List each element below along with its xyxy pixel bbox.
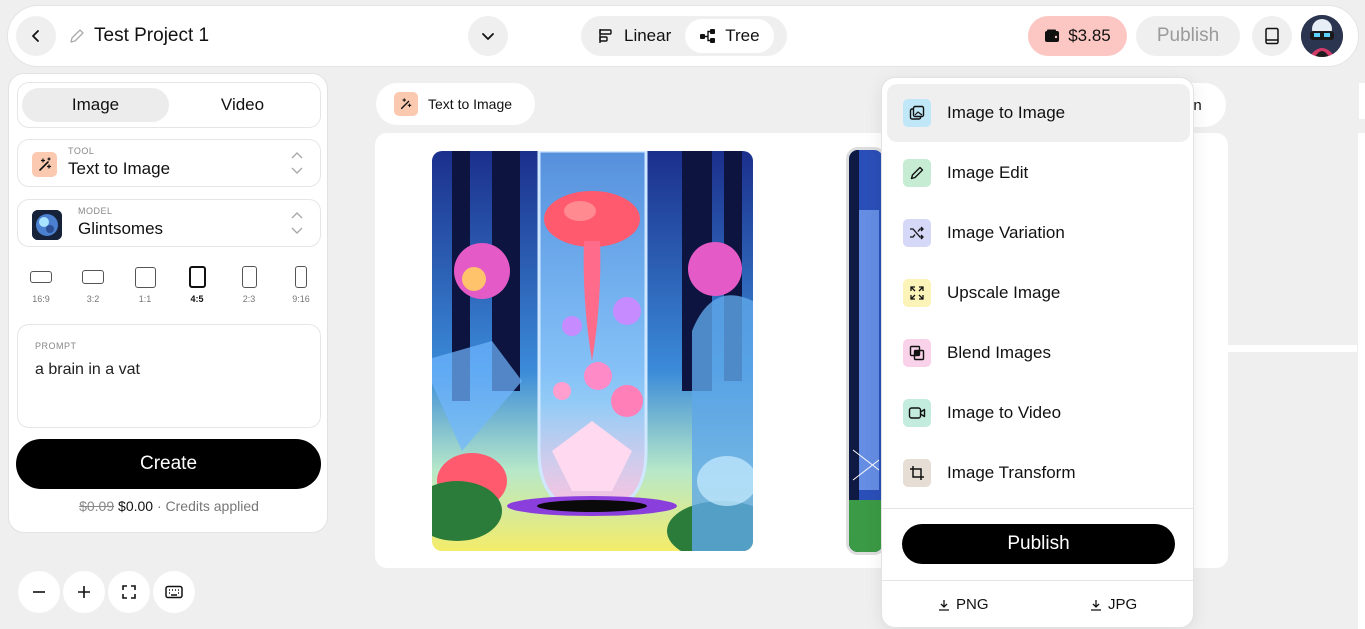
model-label: MODEL bbox=[78, 206, 113, 216]
view-tree-label: Tree bbox=[725, 26, 760, 45]
menu-item-label: Image to Video bbox=[947, 403, 1062, 422]
credits-button[interactable]: $3.85 bbox=[1028, 16, 1127, 56]
wallet-icon bbox=[1045, 29, 1060, 42]
view-linear-label: Linear bbox=[624, 26, 672, 45]
generated-image-2[interactable] bbox=[846, 147, 886, 555]
menu-item-image-to-video[interactable]: Image to Video bbox=[887, 384, 1190, 442]
menu-item-blend-images[interactable]: Blend Images bbox=[887, 324, 1190, 382]
project-title: Test Project 1 bbox=[94, 25, 210, 46]
menu-item-label: Image Edit bbox=[947, 163, 1029, 182]
menu-item-label: Image Transform bbox=[947, 463, 1076, 482]
menu-item-upscale-image[interactable]: Upscale Image bbox=[887, 264, 1190, 322]
menu-divider bbox=[882, 508, 1193, 509]
prompt-text[interactable]: a brain in a vat bbox=[35, 361, 140, 379]
original-price: $0.09 bbox=[79, 498, 115, 514]
canvas-panel-edge bbox=[1358, 133, 1365, 629]
fullscreen-icon bbox=[122, 585, 136, 599]
menu-publish-button[interactable]: Publish bbox=[902, 524, 1175, 564]
model-selector[interactable]: MODEL Glintsomes bbox=[17, 199, 321, 247]
zoom-in-button[interactable] bbox=[63, 571, 105, 613]
linear-icon bbox=[599, 29, 612, 43]
ratio-9-16[interactable]: 9:16 bbox=[283, 264, 319, 304]
node-header-text-to-image[interactable]: Text to Image bbox=[376, 83, 535, 125]
keyboard-icon bbox=[165, 585, 183, 599]
canvas-panel-edge bbox=[1227, 345, 1357, 352]
view-tree-button[interactable]: Tree bbox=[685, 19, 774, 53]
chevron-down-icon bbox=[482, 33, 494, 40]
expand-icon bbox=[903, 279, 931, 307]
view-toggle: Linear Tree bbox=[581, 16, 787, 56]
menu-item-label: Blend Images bbox=[947, 343, 1051, 362]
node-actions-menu: Image to Image Image Edit Image Variatio… bbox=[881, 77, 1194, 628]
model-value: Glintsomes bbox=[78, 219, 164, 238]
pencil-icon bbox=[70, 29, 84, 43]
node-title: Text to Image bbox=[428, 96, 513, 112]
download-jpg-label: JPG bbox=[1108, 596, 1138, 613]
magic-wand-icon bbox=[32, 152, 57, 177]
download-icon bbox=[1091, 599, 1101, 611]
ratio-4-5[interactable]: 4:5 bbox=[179, 264, 215, 304]
tool-value: Text to Image bbox=[68, 159, 171, 178]
prompt-field[interactable]: PROMPT a brain in a vat bbox=[17, 324, 321, 428]
menu-item-image-transform[interactable]: Image Transform bbox=[887, 444, 1190, 502]
avatar-image bbox=[1301, 15, 1343, 57]
pencil-icon bbox=[903, 159, 931, 187]
project-title-area[interactable]: Test Project 1 bbox=[68, 25, 209, 47]
chevron-up-down-icon bbox=[291, 212, 303, 234]
menu-item-image-variation[interactable]: Image Variation bbox=[887, 204, 1190, 262]
blend-icon bbox=[903, 339, 931, 367]
docs-button[interactable] bbox=[1252, 16, 1292, 56]
fit-view-button[interactable] bbox=[108, 571, 150, 613]
menu-item-image-edit[interactable]: Image Edit bbox=[887, 144, 1190, 202]
generated-image-1[interactable] bbox=[432, 151, 753, 551]
menu-item-image-to-image[interactable]: Image to Image bbox=[887, 84, 1190, 142]
minus-icon bbox=[33, 591, 45, 593]
download-jpg-button[interactable]: JPG bbox=[1090, 596, 1137, 613]
image-to-image-icon bbox=[903, 99, 931, 127]
create-button[interactable]: Create bbox=[16, 439, 321, 489]
zoom-out-button[interactable] bbox=[18, 571, 60, 613]
prompt-label: PROMPT bbox=[35, 341, 77, 351]
book-icon bbox=[1265, 27, 1279, 45]
project-menu-button[interactable] bbox=[468, 16, 508, 56]
download-png-label: PNG bbox=[956, 596, 989, 613]
credits-amount: $3.85 bbox=[1068, 26, 1111, 45]
download-icon bbox=[939, 599, 949, 611]
keyboard-shortcuts-button[interactable] bbox=[153, 571, 195, 613]
video-icon bbox=[903, 399, 931, 427]
ratio-3-2[interactable]: 3:2 bbox=[75, 264, 111, 304]
ratio-1-1[interactable]: 1:1 bbox=[127, 264, 163, 304]
avatar[interactable] bbox=[1301, 15, 1343, 57]
ratio-16-9[interactable]: 16:9 bbox=[23, 264, 59, 304]
tree-icon bbox=[700, 29, 716, 43]
chevron-up-down-icon bbox=[291, 152, 303, 174]
media-mode-toggle: Image Video bbox=[17, 82, 321, 128]
back-button[interactable] bbox=[16, 16, 56, 56]
tool-label: TOOL bbox=[68, 146, 95, 156]
top-bar: Test Project 1 Linear Tree $3.85 Publish bbox=[7, 5, 1359, 67]
canvas-panel-edge bbox=[1359, 83, 1365, 119]
menu-divider bbox=[882, 580, 1193, 581]
generator-panel: Image Video TOOL Text to Image MODEL Gli… bbox=[8, 73, 328, 533]
download-png-button[interactable]: PNG bbox=[938, 596, 989, 613]
menu-item-label: Image to Image bbox=[947, 103, 1066, 122]
publish-top-button[interactable]: Publish bbox=[1136, 16, 1240, 56]
view-linear-button[interactable]: Linear bbox=[584, 19, 685, 53]
aspect-ratio-picker: 16:9 3:2 1:1 4:5 2:3 9:16 bbox=[23, 264, 319, 304]
menu-item-label: Upscale Image bbox=[947, 283, 1061, 302]
model-thumbnail bbox=[32, 210, 62, 240]
crop-icon bbox=[903, 459, 931, 487]
tool-selector[interactable]: TOOL Text to Image bbox=[17, 139, 321, 187]
shuffle-icon bbox=[903, 219, 931, 247]
mode-image-button[interactable]: Image bbox=[22, 88, 169, 122]
magic-wand-icon bbox=[394, 92, 418, 116]
chevron-left-icon bbox=[32, 30, 39, 42]
price-summary: $0.09 $0.00 · Credits applied bbox=[9, 498, 329, 514]
price-note: · Credits applied bbox=[156, 498, 259, 514]
ratio-2-3[interactable]: 2:3 bbox=[231, 264, 267, 304]
menu-item-label: Image Variation bbox=[947, 223, 1065, 242]
plus-icon bbox=[78, 586, 90, 598]
mode-video-button[interactable]: Video bbox=[169, 88, 316, 122]
current-price: $0.00 bbox=[118, 498, 154, 514]
